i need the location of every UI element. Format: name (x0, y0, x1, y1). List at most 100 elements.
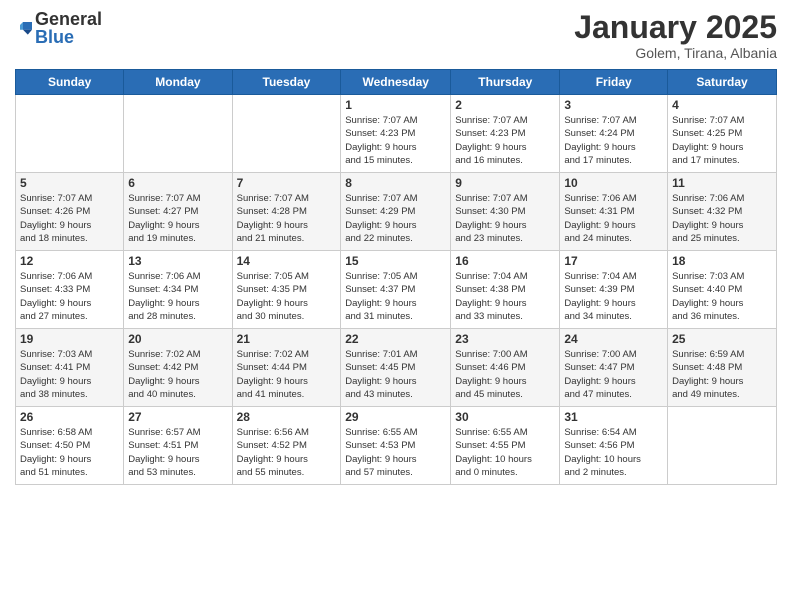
calendar-cell: 28 Sunrise: 6:56 AM Sunset: 4:52 PM Dayli… (232, 407, 341, 485)
day-info: Sunrise: 7:00 AM Sunset: 4:47 PM Dayligh… (564, 348, 663, 401)
day-info: Sunrise: 6:59 AM Sunset: 4:48 PM Dayligh… (672, 348, 772, 401)
day-number: 28 (237, 410, 337, 424)
day-number: 12 (20, 254, 119, 268)
day-number: 5 (20, 176, 119, 190)
calendar-cell: 14 Sunrise: 7:05 AM Sunset: 4:35 PM Dayli… (232, 251, 341, 329)
day-info: Sunrise: 7:03 AM Sunset: 4:40 PM Dayligh… (672, 270, 772, 323)
day-info: Sunrise: 7:06 AM Sunset: 4:32 PM Dayligh… (672, 192, 772, 245)
calendar-cell: 2 Sunrise: 7:07 AM Sunset: 4:23 PM Daylig… (451, 95, 560, 173)
day-number: 18 (672, 254, 772, 268)
calendar-cell (232, 95, 341, 173)
logo: General Blue (15, 10, 102, 46)
day-info: Sunrise: 7:07 AM Sunset: 4:25 PM Dayligh… (672, 114, 772, 167)
month-title: January 2025 (574, 10, 777, 45)
day-info: Sunrise: 7:06 AM Sunset: 4:33 PM Dayligh… (20, 270, 119, 323)
calendar-cell: 13Sunrise: 7:06 AM Sunset: 4:34 PM Dayli… (124, 251, 232, 329)
calendar-cell: 8 Sunrise: 7:07 AM Sunset: 4:29 PM Daylig… (341, 173, 451, 251)
calendar-cell (668, 407, 777, 485)
week-row-1: 1Sunrise: 7:07 AM Sunset: 4:23 PM Daylig… (16, 95, 777, 173)
day-number: 10 (564, 176, 663, 190)
calendar-cell: 30 Sunrise: 6:55 AM Sunset: 4:55 PM Dayli… (451, 407, 560, 485)
day-info: Sunrise: 7:07 AM Sunset: 4:29 PM Dayligh… (345, 192, 446, 245)
day-info: Sunrise: 7:05 AM Sunset: 4:37 PM Dayligh… (345, 270, 446, 323)
calendar-cell: 29 Sunrise: 6:55 AM Sunset: 4:53 PM Dayli… (341, 407, 451, 485)
calendar-cell: 11 Sunrise: 7:06 AM Sunset: 4:32 PM Dayli… (668, 173, 777, 251)
calendar-cell: 7Sunrise: 7:07 AM Sunset: 4:28 PM Daylig… (232, 173, 341, 251)
day-number: 24 (564, 332, 663, 346)
calendar-cell: 1Sunrise: 7:07 AM Sunset: 4:23 PM Daylig… (341, 95, 451, 173)
day-number: 2 (455, 98, 555, 112)
day-info: Sunrise: 7:07 AM Sunset: 4:30 PM Dayligh… (455, 192, 555, 245)
day-number: 8 (345, 176, 446, 190)
calendar-cell: 16 Sunrise: 7:04 AM Sunset: 4:38 PM Dayli… (451, 251, 560, 329)
day-info: Sunrise: 6:54 AM Sunset: 4:56 PM Dayligh… (564, 426, 663, 479)
calendar-cell: 10 Sunrise: 7:06 AM Sunset: 4:31 PM Dayli… (560, 173, 668, 251)
weekday-header-tuesday: Tuesday (232, 70, 341, 95)
day-info: Sunrise: 6:55 AM Sunset: 4:53 PM Dayligh… (345, 426, 446, 479)
calendar-cell: 27Sunrise: 6:57 AM Sunset: 4:51 PM Dayli… (124, 407, 232, 485)
calendar-cell: 9Sunrise: 7:07 AM Sunset: 4:30 PM Daylig… (451, 173, 560, 251)
day-number: 3 (564, 98, 663, 112)
calendar-cell: 31 Sunrise: 6:54 AM Sunset: 4:56 PM Dayli… (560, 407, 668, 485)
day-number: 27 (128, 410, 227, 424)
calendar-cell: 25 Sunrise: 6:59 AM Sunset: 4:48 PM Dayli… (668, 329, 777, 407)
day-info: Sunrise: 7:07 AM Sunset: 4:26 PM Dayligh… (20, 192, 119, 245)
calendar-cell: 24 Sunrise: 7:00 AM Sunset: 4:47 PM Dayli… (560, 329, 668, 407)
day-number: 20 (128, 332, 227, 346)
calendar-cell: 17 Sunrise: 7:04 AM Sunset: 4:39 PM Dayli… (560, 251, 668, 329)
day-number: 4 (672, 98, 772, 112)
weekday-header-thursday: Thursday (451, 70, 560, 95)
day-number: 30 (455, 410, 555, 424)
calendar-cell: 22Sunrise: 7:01 AM Sunset: 4:45 PM Dayli… (341, 329, 451, 407)
weekday-header-friday: Friday (560, 70, 668, 95)
calendar-cell: 5 Sunrise: 7:07 AM Sunset: 4:26 PM Daylig… (16, 173, 124, 251)
day-info: Sunrise: 6:56 AM Sunset: 4:52 PM Dayligh… (237, 426, 337, 479)
day-number: 21 (237, 332, 337, 346)
day-number: 16 (455, 254, 555, 268)
day-number: 15 (345, 254, 446, 268)
logo-icon (17, 19, 35, 37)
week-row-5: 26Sunrise: 6:58 AM Sunset: 4:50 PM Dayli… (16, 407, 777, 485)
calendar-cell: 15 Sunrise: 7:05 AM Sunset: 4:37 PM Dayli… (341, 251, 451, 329)
page: General Blue January 2025 Golem, Tirana,… (0, 0, 792, 612)
calendar-cell (16, 95, 124, 173)
day-info: Sunrise: 7:06 AM Sunset: 4:31 PM Dayligh… (564, 192, 663, 245)
calendar-cell: 26Sunrise: 6:58 AM Sunset: 4:50 PM Dayli… (16, 407, 124, 485)
day-number: 14 (237, 254, 337, 268)
day-number: 17 (564, 254, 663, 268)
weekday-header-monday: Monday (124, 70, 232, 95)
calendar-cell: 18 Sunrise: 7:03 AM Sunset: 4:40 PM Dayli… (668, 251, 777, 329)
day-info: Sunrise: 6:55 AM Sunset: 4:55 PM Dayligh… (455, 426, 555, 479)
week-row-3: 12 Sunrise: 7:06 AM Sunset: 4:33 PM Dayli… (16, 251, 777, 329)
calendar-cell: 12 Sunrise: 7:06 AM Sunset: 4:33 PM Dayli… (16, 251, 124, 329)
day-info: Sunrise: 7:05 AM Sunset: 4:35 PM Dayligh… (237, 270, 337, 323)
logo-blue-text: Blue (35, 28, 102, 46)
day-info: Sunrise: 7:07 AM Sunset: 4:23 PM Dayligh… (345, 114, 446, 167)
calendar-cell: 21 Sunrise: 7:02 AM Sunset: 4:44 PM Dayli… (232, 329, 341, 407)
day-info: Sunrise: 7:06 AM Sunset: 4:34 PM Dayligh… (128, 270, 227, 323)
day-info: Sunrise: 7:00 AM Sunset: 4:46 PM Dayligh… (455, 348, 555, 401)
calendar-table: SundayMondayTuesdayWednesdayThursdayFrid… (15, 69, 777, 485)
weekday-header-row: SundayMondayTuesdayWednesdayThursdayFrid… (16, 70, 777, 95)
day-info: Sunrise: 7:03 AM Sunset: 4:41 PM Dayligh… (20, 348, 119, 401)
day-number: 11 (672, 176, 772, 190)
day-number: 6 (128, 176, 227, 190)
day-info: Sunrise: 7:07 AM Sunset: 4:27 PM Dayligh… (128, 192, 227, 245)
day-info: Sunrise: 7:02 AM Sunset: 4:42 PM Dayligh… (128, 348, 227, 401)
day-info: Sunrise: 7:04 AM Sunset: 4:39 PM Dayligh… (564, 270, 663, 323)
day-number: 31 (564, 410, 663, 424)
calendar-cell: 23Sunrise: 7:00 AM Sunset: 4:46 PM Dayli… (451, 329, 560, 407)
day-info: Sunrise: 7:07 AM Sunset: 4:24 PM Dayligh… (564, 114, 663, 167)
day-number: 29 (345, 410, 446, 424)
day-info: Sunrise: 7:02 AM Sunset: 4:44 PM Dayligh… (237, 348, 337, 401)
day-info: Sunrise: 7:07 AM Sunset: 4:23 PM Dayligh… (455, 114, 555, 167)
weekday-header-saturday: Saturday (668, 70, 777, 95)
day-number: 25 (672, 332, 772, 346)
location: Golem, Tirana, Albania (574, 45, 777, 61)
title-section: January 2025 Golem, Tirana, Albania (574, 10, 777, 61)
calendar-cell: 6 Sunrise: 7:07 AM Sunset: 4:27 PM Daylig… (124, 173, 232, 251)
week-row-4: 19Sunrise: 7:03 AM Sunset: 4:41 PM Dayli… (16, 329, 777, 407)
calendar-cell: 19Sunrise: 7:03 AM Sunset: 4:41 PM Dayli… (16, 329, 124, 407)
day-number: 26 (20, 410, 119, 424)
day-info: Sunrise: 7:04 AM Sunset: 4:38 PM Dayligh… (455, 270, 555, 323)
